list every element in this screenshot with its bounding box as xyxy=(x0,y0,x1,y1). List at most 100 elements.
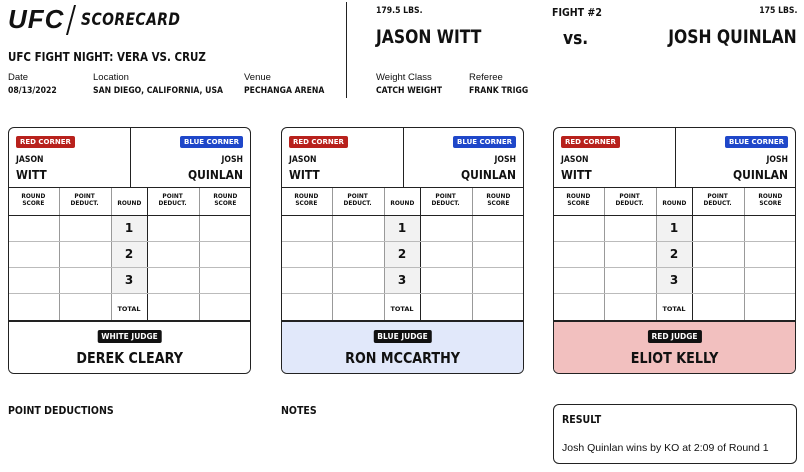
total-row: TOTAL xyxy=(282,292,523,321)
blue-deduct-cell[interactable] xyxy=(420,241,473,268)
blue-total-deduct-cell[interactable] xyxy=(147,292,200,321)
red-judge-name: ELIOT KELLY xyxy=(630,349,719,367)
red-corner-badge: RED CORNER xyxy=(16,136,75,148)
red-point-deduct-header: POINT DEDUCT. xyxy=(70,191,100,208)
total-label: TOTAL xyxy=(662,304,686,313)
venue-label: Venue xyxy=(244,72,271,83)
blue-round-score-header: ROUND SCORE xyxy=(758,191,783,208)
date-label: Date xyxy=(8,72,29,83)
red-total-deduct-cell[interactable] xyxy=(59,292,112,321)
header-divider xyxy=(346,2,347,98)
red-deduct-cell[interactable] xyxy=(604,267,657,294)
blue-judge-name: RON MCCARTHY xyxy=(345,349,460,367)
blue-total-cell[interactable] xyxy=(472,292,523,321)
red-deduct-cell[interactable] xyxy=(332,215,385,242)
total-label: TOTAL xyxy=(117,304,141,313)
blue-total-deduct-cell[interactable] xyxy=(692,292,745,321)
ufc-logo: UFC xyxy=(8,4,65,34)
red-score-cell[interactable] xyxy=(282,267,333,294)
score-table: ROUND SCORE POINT DEDUCT. ROUND POINT DEDUC… xyxy=(9,188,250,321)
blue-score-cell[interactable] xyxy=(472,241,523,268)
red-score-cell[interactable] xyxy=(554,215,605,242)
blue-corner-badge: BLUE CORNER xyxy=(453,136,516,148)
blue-judge-badge: BLUE JUDGE xyxy=(373,330,432,343)
blue-score-cell[interactable] xyxy=(472,267,523,294)
red-total-cell[interactable] xyxy=(282,292,333,321)
red-deduct-cell[interactable] xyxy=(604,241,657,268)
ufc-scorecard-logo: UFC SCORECARD xyxy=(8,4,203,35)
red-deduct-cell[interactable] xyxy=(59,215,112,242)
round-number: 2 xyxy=(124,247,134,261)
blue-deduct-cell[interactable] xyxy=(147,215,200,242)
blue-last-name: QUINLAN xyxy=(732,167,788,182)
round-row: 2 xyxy=(554,241,795,268)
judge-panel: RED JUDGE ELIOT KELLY xyxy=(554,321,795,373)
red-judge-badge: RED JUDGE xyxy=(647,330,702,343)
blue-score-cell[interactable] xyxy=(472,215,523,242)
blue-last-name: QUINLAN xyxy=(460,167,516,182)
blue-point-deduct-header: POINT DEDUCT. xyxy=(703,191,733,208)
event-name: UFC FIGHT NIGHT: VERA VS. CRUZ xyxy=(8,50,206,64)
blue-deduct-cell[interactable] xyxy=(147,241,200,268)
blue-total-cell[interactable] xyxy=(199,292,250,321)
blue-score-cell[interactable] xyxy=(744,241,795,268)
red-total-deduct-cell[interactable] xyxy=(332,292,385,321)
weight-class-label: Weight Class xyxy=(376,72,432,83)
blue-judge-scorecard: RED CORNER JASON WITT BLUE CORNER JOSH Q… xyxy=(281,127,524,374)
corner-divider xyxy=(130,128,131,188)
red-deduct-cell[interactable] xyxy=(59,267,112,294)
round-number: 3 xyxy=(669,273,679,287)
blue-score-cell[interactable] xyxy=(199,215,250,242)
referee-label: Referee xyxy=(469,72,503,83)
round-header: ROUND xyxy=(117,199,141,208)
blue-score-cell[interactable] xyxy=(199,241,250,268)
red-score-cell[interactable] xyxy=(9,241,60,268)
location-label: Location xyxy=(93,72,129,83)
weight-class-value: CATCH WEIGHT xyxy=(376,86,443,96)
blue-total-cell[interactable] xyxy=(744,292,795,321)
red-score-cell[interactable] xyxy=(9,215,60,242)
total-label: TOTAL xyxy=(390,304,414,313)
red-total-cell[interactable] xyxy=(554,292,605,321)
blue-score-cell[interactable] xyxy=(744,215,795,242)
red-point-deduct-header: POINT DEDUCT. xyxy=(615,191,645,208)
result-title: RESULT xyxy=(562,413,602,426)
blue-point-deduct-header: POINT DEDUCT. xyxy=(158,191,188,208)
red-total-deduct-cell[interactable] xyxy=(604,292,657,321)
blue-deduct-cell[interactable] xyxy=(147,267,200,294)
score-table-header: ROUND SCORE POINT DEDUCT. ROUND POINT DEDUC… xyxy=(9,188,250,216)
blue-deduct-cell[interactable] xyxy=(420,267,473,294)
red-deduct-cell[interactable] xyxy=(332,267,385,294)
result-box: RESULT Josh Quinlan wins by KO at 2:09 o… xyxy=(553,404,797,464)
score-table: ROUND SCORE POINT DEDUCT. ROUND POINT DEDUC… xyxy=(554,188,795,321)
blue-score-cell[interactable] xyxy=(744,267,795,294)
round-row: 1 xyxy=(282,215,523,242)
blue-deduct-cell[interactable] xyxy=(420,215,473,242)
corners-header: RED CORNER JASON WITT BLUE CORNER JOSH Q… xyxy=(282,128,523,188)
red-score-cell[interactable] xyxy=(9,267,60,294)
logo-divider xyxy=(66,4,77,35)
blue-score-cell[interactable] xyxy=(199,267,250,294)
red-score-cell[interactable] xyxy=(554,267,605,294)
blue-round-score-header: ROUND SCORE xyxy=(486,191,511,208)
blue-deduct-cell[interactable] xyxy=(692,267,745,294)
blue-point-deduct-header: POINT DEDUCT. xyxy=(431,191,461,208)
white-judge-badge: WHITE JUDGE xyxy=(97,330,162,343)
red-total-cell[interactable] xyxy=(9,292,60,321)
red-score-cell[interactable] xyxy=(282,215,333,242)
red-deduct-cell[interactable] xyxy=(604,215,657,242)
red-score-cell[interactable] xyxy=(282,241,333,268)
blue-corner-badge: BLUE CORNER xyxy=(180,136,243,148)
blue-first-name: JOSH xyxy=(221,155,243,165)
red-score-cell[interactable] xyxy=(554,241,605,268)
blue-deduct-cell[interactable] xyxy=(692,241,745,268)
corner-divider xyxy=(403,128,404,188)
red-deduct-cell[interactable] xyxy=(332,241,385,268)
red-deduct-cell[interactable] xyxy=(59,241,112,268)
blue-deduct-cell[interactable] xyxy=(692,215,745,242)
result-text: Josh Quinlan wins by KO at 2:09 of Round… xyxy=(562,442,769,454)
date-value: 08/13/2022 xyxy=(8,86,57,96)
referee-value: FRANK TRIGG xyxy=(469,86,529,96)
vs-text: vs. xyxy=(563,28,589,49)
blue-total-deduct-cell[interactable] xyxy=(420,292,473,321)
